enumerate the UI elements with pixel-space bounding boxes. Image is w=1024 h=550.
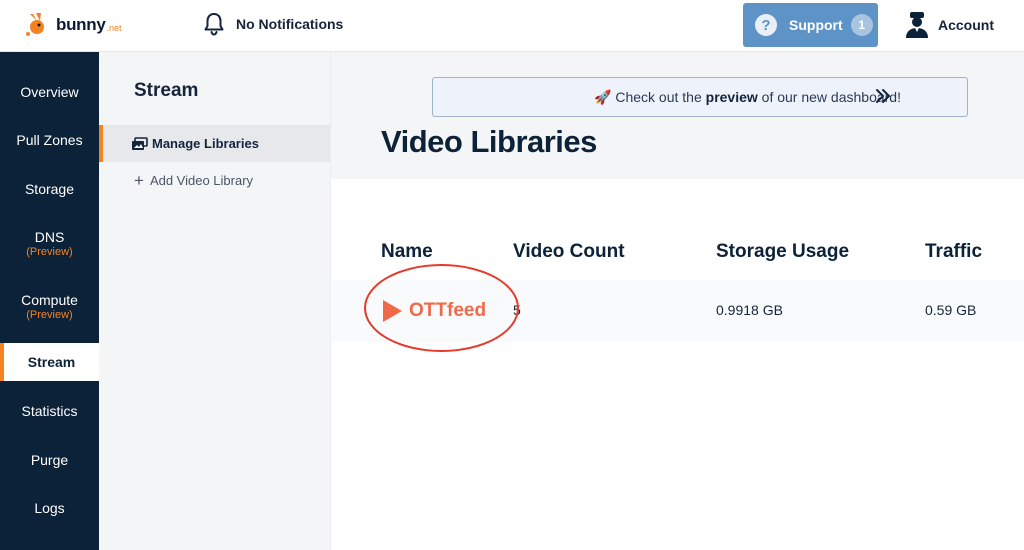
logo-suffix: .net bbox=[106, 23, 122, 33]
sidebar-item-label: Purge bbox=[30, 452, 69, 468]
library-name: OTTfeed bbox=[409, 300, 487, 321]
sidebar-item-purge[interactable]: Purge bbox=[0, 452, 99, 468]
notifications-label: No Notifications bbox=[236, 16, 344, 32]
support-label: Support bbox=[789, 17, 843, 33]
library-link-ottfeed[interactable]: OTTfeed bbox=[381, 299, 486, 323]
sidebar-item-label: Stream bbox=[27, 354, 76, 370]
sidebar-item-label: Pull Zones bbox=[16, 132, 83, 148]
bunny-logo-icon bbox=[26, 13, 44, 36]
new-dashboard-banner[interactable]: 🚀 Check out the preview of our new dashb… bbox=[432, 77, 968, 117]
sidebar-item-label: Statistics bbox=[21, 403, 78, 419]
column-header-storage-usage[interactable]: Storage Usage bbox=[716, 241, 849, 263]
sidebar-item-overview[interactable]: Overview bbox=[0, 84, 99, 100]
bunny-logo[interactable]: bunny .net bbox=[24, 12, 122, 38]
main-sidebar: Overview Pull Zones Storage DNS (Preview)… bbox=[0, 52, 99, 550]
subnav-item-label: Add Video Library bbox=[149, 172, 254, 188]
sidebar-item-label: Storage bbox=[24, 181, 75, 197]
traffic-cell: 0.59 GB bbox=[925, 302, 977, 318]
column-header-traffic[interactable]: Traffic bbox=[925, 241, 982, 263]
subnav-item-manage-libraries[interactable]: Manage Libraries bbox=[99, 125, 330, 162]
preview-tag: (Preview) bbox=[26, 309, 73, 321]
bell-icon bbox=[204, 13, 224, 36]
preview-tag: (Preview) bbox=[26, 246, 73, 258]
account-menu[interactable]: Account bbox=[905, 10, 994, 40]
sidebar-item-label: DNS bbox=[34, 229, 65, 245]
sidebar-item-label: Compute bbox=[21, 292, 78, 308]
sidebar-item-dns[interactable]: DNS (Preview) bbox=[0, 229, 99, 258]
storage-usage-cell: 0.9918 GB bbox=[716, 302, 783, 318]
sidebar-item-storage[interactable]: Storage bbox=[0, 181, 99, 197]
support-count-badge: 1 bbox=[850, 14, 873, 36]
column-header-video-count[interactable]: Video Count bbox=[513, 241, 625, 263]
account-label: Account bbox=[938, 17, 994, 33]
sidebar-item-label: Overview bbox=[20, 84, 79, 100]
notifications[interactable]: No Notifications bbox=[203, 11, 343, 37]
column-header-name[interactable]: Name bbox=[381, 241, 433, 263]
plus-icon: + bbox=[134, 170, 144, 190]
sidebar-item-label: Logs bbox=[34, 500, 65, 516]
banner-text: 🚀 Check out the preview of our new dashb… bbox=[433, 78, 901, 116]
top-bar: bunny .net No Notifications ? Support 1 … bbox=[0, 0, 1024, 52]
sidebar-item-pull-zones[interactable]: Pull Zones bbox=[0, 132, 99, 148]
sidebar-item-logs[interactable]: Logs bbox=[0, 500, 99, 516]
subnav-item-add-video-library[interactable]: + Add Video Library bbox=[134, 170, 253, 190]
banner-text-bold: preview bbox=[705, 89, 758, 105]
sidebar-item-statistics[interactable]: Statistics bbox=[0, 403, 99, 419]
sidebar-item-stream[interactable]: Stream bbox=[0, 343, 99, 381]
subnav-title: Stream bbox=[134, 80, 199, 101]
logo-text: bunny bbox=[56, 15, 106, 34]
table-row[interactable]: OTTfeed 5 0.9918 GB 0.59 GB bbox=[331, 280, 1024, 342]
video-count-cell: 5 bbox=[513, 302, 521, 318]
main-header: 🚀 Check out the preview of our new dashb… bbox=[331, 52, 1024, 179]
subnav-item-label: Manage Libraries bbox=[152, 136, 259, 151]
support-button[interactable]: ? Support 1 bbox=[743, 3, 878, 47]
play-icon bbox=[383, 300, 402, 322]
page-title: Video Libraries bbox=[381, 124, 597, 159]
rocket-icon: 🚀 bbox=[594, 89, 612, 105]
question-icon: ? bbox=[755, 14, 777, 36]
stream-subnav: Stream Manage Libraries + Add Video Libr… bbox=[99, 52, 331, 550]
banner-text-before: Check out the bbox=[615, 89, 706, 105]
library-icon bbox=[132, 136, 148, 150]
sidebar-item-compute[interactable]: Compute (Preview) bbox=[0, 292, 99, 321]
user-avatar-icon bbox=[906, 12, 928, 38]
double-chevron-right-icon bbox=[876, 89, 890, 103]
